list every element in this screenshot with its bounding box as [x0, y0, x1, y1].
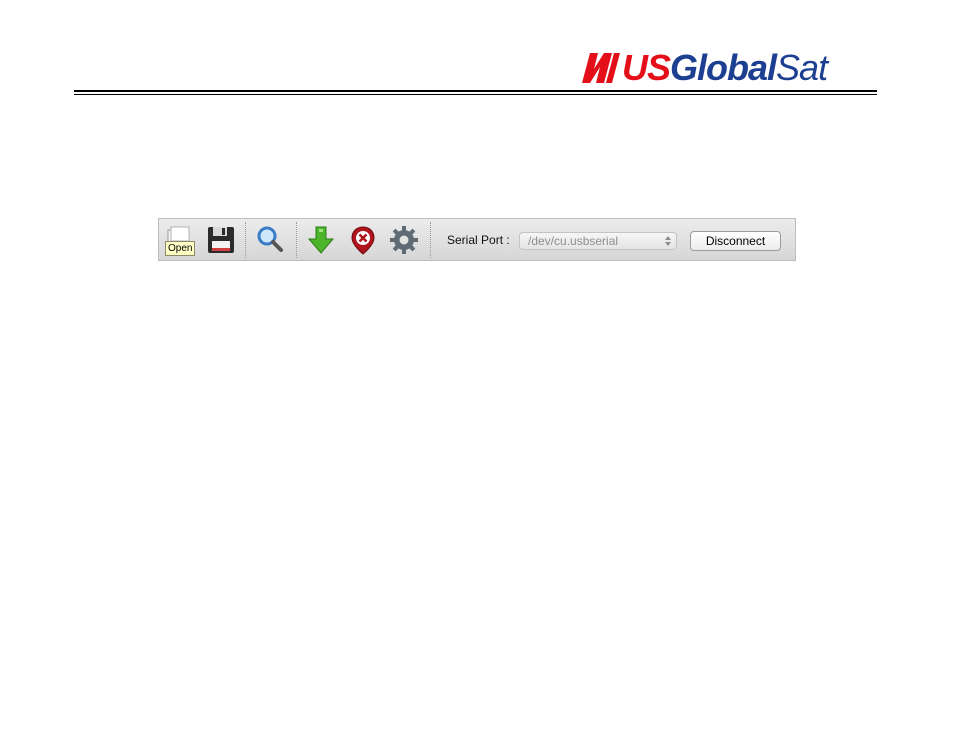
magnifier-icon	[257, 226, 283, 252]
toolbar-separator	[296, 222, 297, 258]
logo-wordmark: USGlobalSat	[622, 47, 828, 88]
document-page: USGlobalSat Open Serial Port: /dev/cu.u…	[0, 0, 954, 737]
settings-button[interactable]	[388, 224, 420, 256]
search-button[interactable]	[254, 224, 286, 256]
green-down-arrow-icon	[307, 226, 335, 254]
red-x-marker-icon	[351, 226, 375, 255]
open-tooltip: Open	[165, 241, 196, 256]
serial-port-label: Serial Port :	[447, 233, 510, 247]
header-rule-thin	[74, 94, 877, 95]
logo-us-text: US	[622, 47, 671, 88]
chevron-up-down-icon	[665, 236, 671, 246]
toolbar-separator	[430, 222, 431, 258]
gear-icon	[390, 226, 418, 254]
serial-port-select[interactable]: /dev/cu.usbserial	[519, 232, 677, 250]
app-toolbar: Open Serial Port: /dev/cu.usbserial Dis…	[158, 218, 796, 261]
floppy-disk-icon	[208, 227, 234, 253]
usglobalsat-logo: USGlobalSat	[578, 47, 828, 88]
logo-mark-icon	[582, 53, 620, 83]
disconnect-button[interactable]: Disconnect	[690, 231, 781, 251]
logo-sat-text: Sat	[776, 47, 828, 88]
delete-button[interactable]	[347, 224, 379, 256]
download-button[interactable]	[305, 224, 337, 256]
serial-port-value: /dev/cu.usbserial	[528, 234, 619, 248]
save-button[interactable]	[205, 224, 237, 256]
toolbar-separator	[245, 222, 246, 258]
header-rule-thick	[74, 90, 877, 92]
logo-global-text: Global	[670, 47, 777, 88]
open-button[interactable]: Open	[162, 224, 196, 256]
